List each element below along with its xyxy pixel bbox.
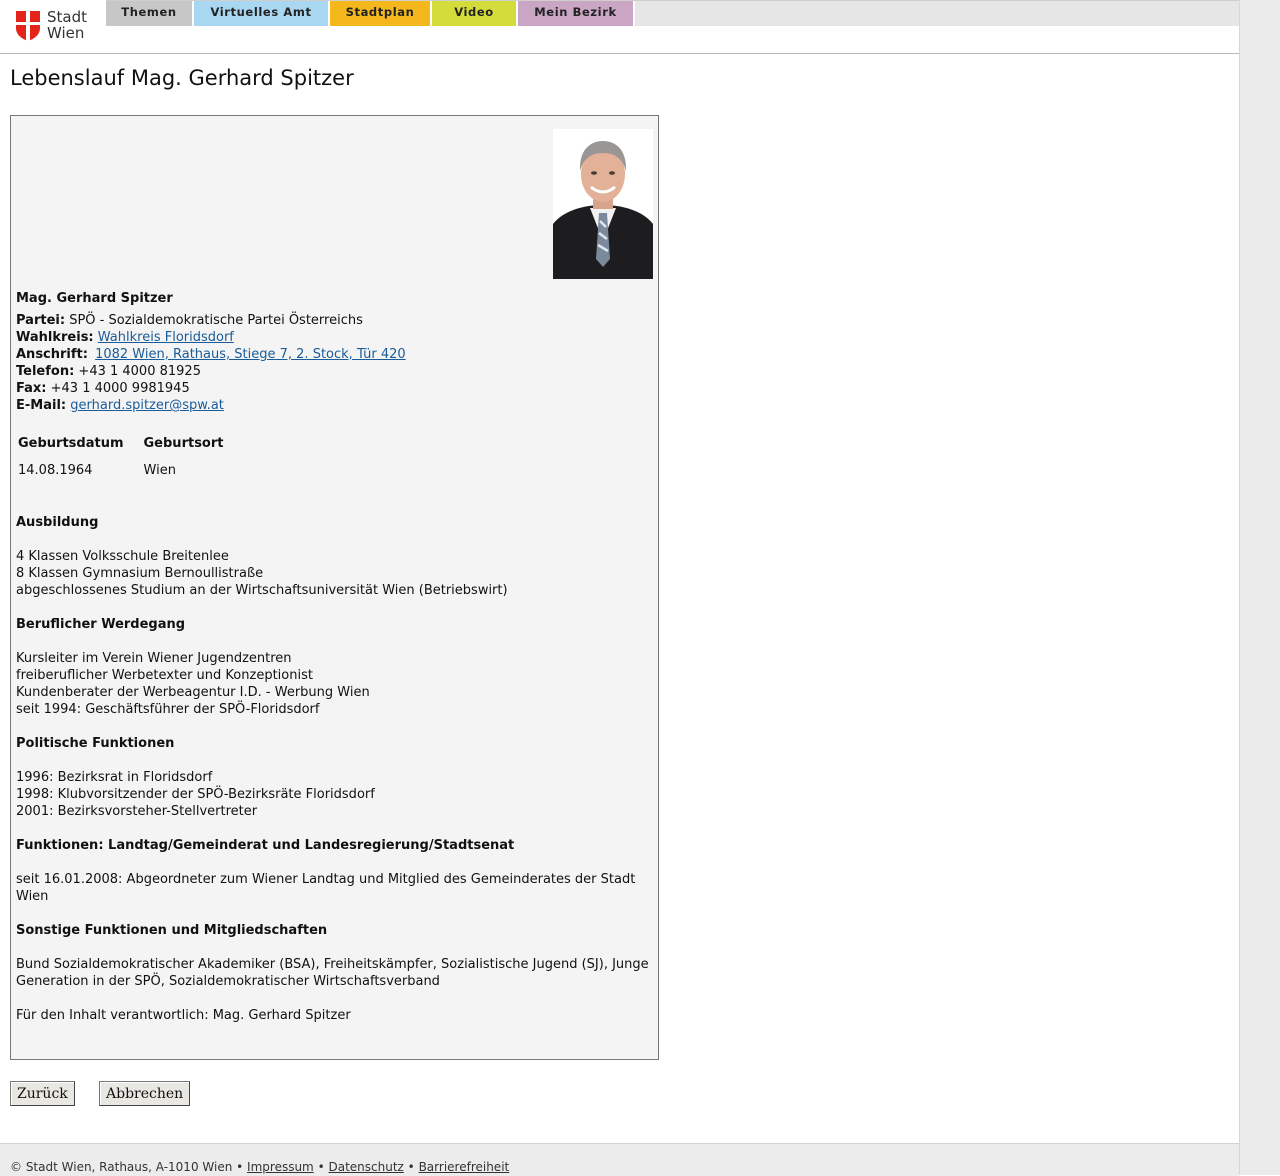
sonstige-line: Generation in der SPÖ, Sozialdemokratisc…	[16, 974, 440, 989]
werdegang-line: seit 1994: Geschäftsführer der SPÖ-Flori…	[16, 702, 320, 717]
birth-place: Wien	[143, 463, 176, 478]
birth-table-header: Geburtsdatum Geburtsort	[18, 436, 241, 457]
footer-text: © Stadt Wien, Rathaus, A-1010 Wien • Imp…	[10, 1160, 509, 1174]
politisch-line: 1996: Bezirksrat in Floridsdorf	[16, 770, 213, 785]
email-label: E-Mail:	[16, 398, 67, 413]
telefon-label: Telefon:	[16, 364, 75, 379]
footer-separator: •	[407, 1160, 415, 1174]
cv-content-box: Mag. Gerhard Spitzer Partei: SPÖ - Sozia…	[10, 115, 659, 1060]
footer-datenschutz-link[interactable]: Datenschutz	[328, 1160, 403, 1174]
logo-text-stadt: Stadt	[47, 8, 87, 26]
ausbildung-line: 8 Klassen Gymnasium Bernoullistraße	[16, 566, 264, 581]
wahlkreis-label: Wahlkreis:	[16, 330, 94, 345]
birth-col-date-header: Geburtsdatum	[18, 436, 124, 451]
page-title: Lebenslauf Mag. Gerhard Spitzer	[10, 66, 354, 90]
landtag-line: Wien	[16, 889, 49, 904]
section-werdegang-title: Beruflicher Werdegang	[16, 617, 186, 632]
nav-tab-virtuelles-amt[interactable]: Virtuelles Amt	[194, 1, 330, 26]
ausbildung-line: 4 Klassen Volksschule Breitenlee	[16, 549, 229, 564]
right-scroll-strip	[1239, 0, 1280, 1175]
footer-barrierefreiheit-link[interactable]: Barrierefreiheit	[419, 1160, 510, 1174]
werdegang-line: Kundenberater der Werbeagentur I.D. - We…	[16, 685, 370, 700]
partei-value: SPÖ - Sozialdemokratische Partei Österre…	[69, 313, 363, 328]
politisch-line: 2001: Bezirksvorsteher-Stellvertreter	[16, 804, 258, 819]
anschrift-label: Anschrift:	[16, 347, 88, 362]
wien-shield-icon	[16, 11, 40, 41]
politisch-line: 1998: Klubvorsitzender der SPÖ-Bezirksrä…	[16, 787, 375, 802]
footer-copyright: © Stadt Wien, Rathaus, A-1010 Wien	[10, 1160, 233, 1174]
nav-tab-mein-bezirk[interactable]: Mein Bezirk	[518, 1, 635, 26]
portrait-photo	[553, 129, 653, 279]
birth-col-place-header: Geburtsort	[143, 436, 224, 451]
back-button[interactable]: Zurück	[10, 1081, 75, 1106]
werdegang-line: freiberuflicher Werbetexter und Konzepti…	[16, 668, 313, 683]
main-navigation: Themen Virtuelles Amt Stadtplan Video Me…	[106, 0, 1239, 26]
fax-row: Fax: +43 1 4000 9981945	[16, 381, 190, 396]
nav-tab-video[interactable]: Video	[432, 1, 518, 26]
section-landtag-title: Funktionen: Landtag/Gemeinderat und Land…	[16, 838, 515, 853]
birth-table-row: 14.08.1964 Wien	[18, 459, 241, 478]
fax-label: Fax:	[16, 381, 47, 396]
werdegang-line: Kursleiter im Verein Wiener Jugendzentre…	[16, 651, 292, 666]
person-name: Mag. Gerhard Spitzer	[16, 291, 173, 306]
nav-tab-stadtplan[interactable]: Stadtplan	[330, 1, 432, 26]
footer-separator: •	[317, 1160, 325, 1174]
fax-value: +43 1 4000 9981945	[50, 381, 190, 396]
stadt-wien-logo[interactable]: Stadt Wien	[16, 8, 96, 44]
wahlkreis-link[interactable]: Wahlkreis Floridsdorf	[98, 330, 234, 345]
partei-label: Partei:	[16, 313, 66, 328]
birth-table: Geburtsdatum Geburtsort 14.08.1964 Wien	[16, 434, 243, 480]
telefon-row: Telefon: +43 1 4000 81925	[16, 364, 201, 379]
logo-text: Stadt Wien	[47, 9, 87, 41]
telefon-value: +43 1 4000 81925	[78, 364, 201, 379]
footer-impressum-link[interactable]: Impressum	[247, 1160, 314, 1174]
partei-row: Partei: SPÖ - Sozialdemokratische Partei…	[16, 313, 363, 328]
section-politisch-title: Politische Funktionen	[16, 736, 175, 751]
nav-tab-themen[interactable]: Themen	[106, 1, 194, 26]
logo-text-wien: Wien	[47, 24, 85, 42]
section-sonstige-title: Sonstige Funktionen und Mitgliedschaften	[16, 923, 328, 938]
anschrift-link[interactable]: 1082 Wien, Rathaus, Stiege 7, 2. Stock, …	[95, 347, 406, 362]
birth-date: 14.08.1964	[18, 463, 93, 478]
portrait-image	[553, 129, 653, 279]
cancel-button[interactable]: Abbrechen	[99, 1081, 191, 1106]
wahlkreis-row: Wahlkreis: Wahlkreis Floridsdorf	[16, 330, 234, 345]
landtag-line: seit 16.01.2008: Abgeordneter zum Wiener…	[16, 872, 636, 887]
email-row: E-Mail: gerhard.spitzer@spw.at	[16, 398, 224, 413]
ausbildung-line: abgeschlossenes Studium an der Wirtschaf…	[16, 583, 508, 598]
email-link[interactable]: gerhard.spitzer@spw.at	[70, 398, 224, 413]
site-header: Stadt Wien Themen Virtuelles Amt Stadtpl…	[0, 0, 1239, 54]
section-ausbildung-title: Ausbildung	[16, 515, 99, 530]
verantwortlich-note: Für den Inhalt verantwortlich: Mag. Gerh…	[16, 1008, 351, 1023]
footer-separator: •	[236, 1160, 244, 1174]
anschrift-row: Anschrift: 1082 Wien, Rathaus, Stiege 7,…	[16, 347, 406, 362]
sonstige-line: Bund Sozialdemokratischer Akademiker (BS…	[16, 957, 649, 972]
site-footer: © Stadt Wien, Rathaus, A-1010 Wien • Imp…	[0, 1143, 1239, 1176]
